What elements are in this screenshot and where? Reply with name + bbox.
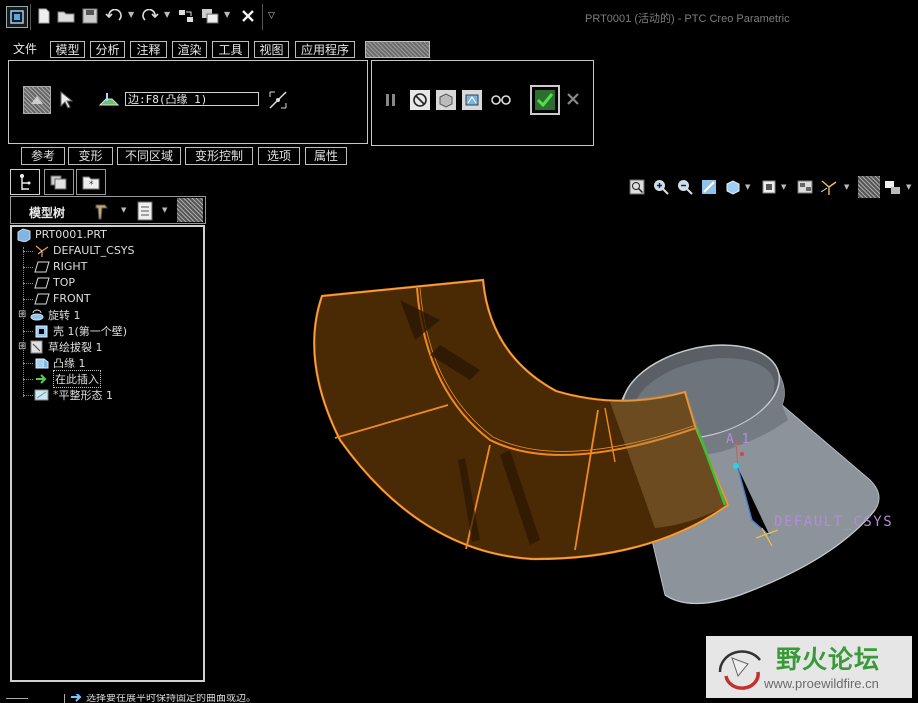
flat-sheet-preview[interactable] — [313, 278, 730, 561]
message-arrow-icon — [70, 694, 84, 703]
forum-logo-icon — [712, 642, 768, 697]
forum-url: www.proewildfire.cn — [764, 676, 879, 691]
forum-title: 野火论坛 — [776, 645, 881, 674]
forum-watermark: 野火论坛 www.proewildfire.cn — [706, 636, 912, 698]
csys-label: DEFAULT_CSYS — [774, 514, 893, 530]
graphics-window[interactable]: A_1 DEFAULT_CSYS — [0, 0, 918, 703]
axis-label: A_1 — [726, 432, 749, 447]
status-message: 选择要在展平时保持固定的曲面或边。 — [86, 694, 256, 703]
